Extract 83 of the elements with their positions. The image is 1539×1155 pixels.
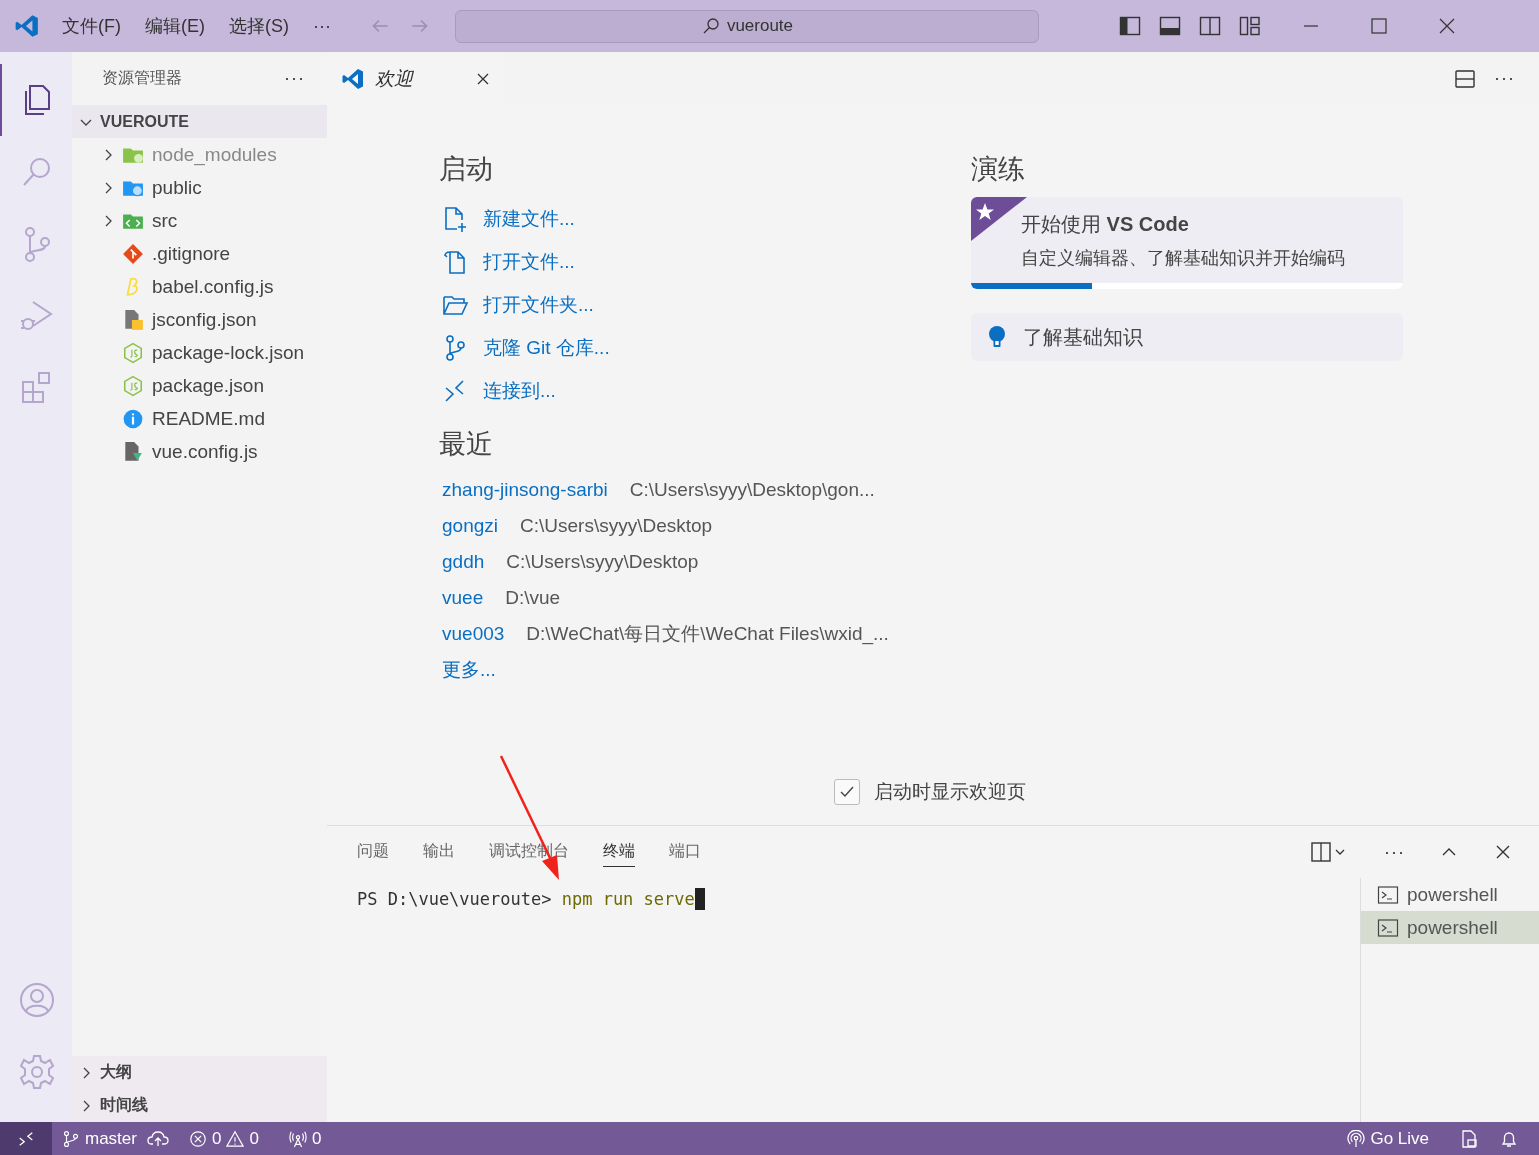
toggle-panel-icon[interactable] xyxy=(1158,15,1181,37)
json-file-icon xyxy=(122,308,144,331)
vscode-logo-icon xyxy=(341,66,365,91)
folder-path: C:\Users\syyy\Desktop\gon... xyxy=(629,479,875,501)
start-link[interactable]: 连接到... xyxy=(483,377,556,404)
section-header[interactable]: 大纲 xyxy=(72,1056,327,1089)
info-icon xyxy=(122,407,144,430)
more-actions-button[interactable]: ··· xyxy=(1384,841,1405,863)
terminal-item[interactable]: powershell xyxy=(1361,878,1539,911)
error-icon xyxy=(188,1129,207,1148)
more-actions-button[interactable]: ··· xyxy=(1494,68,1515,89)
recent-folder-link[interactable]: vue003 xyxy=(442,623,505,645)
branch-button[interactable]: master xyxy=(62,1128,137,1149)
git-icon xyxy=(122,242,144,265)
menu-item[interactable]: ··· xyxy=(313,15,331,37)
feedback-icon[interactable] xyxy=(1459,1128,1479,1149)
panel-tab[interactable]: 终端 xyxy=(603,837,635,867)
folder-path: C:\Users\syyy\Desktop xyxy=(520,515,713,537)
checkbox[interactable] xyxy=(834,779,860,805)
terminal-item[interactable]: powershell xyxy=(1361,911,1539,944)
terminal-icon xyxy=(1377,883,1399,906)
walkthrough-card[interactable]: 开始使用 VS Code 自定义编辑器、了解基础知识并开始编码 xyxy=(971,197,1403,289)
menu-item[interactable]: 编辑(E) xyxy=(145,14,205,38)
more-actions-button[interactable]: ··· xyxy=(284,68,305,89)
file-item[interactable]: README.md xyxy=(72,402,327,435)
toggle-sidebar-icon[interactable] xyxy=(1118,15,1141,37)
file-item[interactable]: .gitignore xyxy=(72,237,327,270)
recent-folder-link[interactable]: gongzi xyxy=(442,515,498,537)
recent-folder-link[interactable]: vuee xyxy=(442,587,484,609)
hexagon-icon xyxy=(122,341,144,364)
file-item[interactable]: babel.config.js xyxy=(72,270,327,303)
antenna-icon xyxy=(288,1129,307,1148)
file-item[interactable]: package-lock.json xyxy=(72,336,327,369)
split-editor-icon[interactable] xyxy=(1454,67,1476,90)
cloud-upload-icon[interactable] xyxy=(146,1128,169,1149)
maximize-icon[interactable] xyxy=(1368,16,1389,36)
vscode-logo-icon xyxy=(14,13,40,39)
split-layout-icon[interactable] xyxy=(1198,15,1221,37)
recent-folder-link[interactable]: gddh xyxy=(442,551,485,573)
recent-folder-link[interactable]: zhang-jinsong-sarbi xyxy=(442,479,608,501)
section-heading: 演练 xyxy=(971,153,1026,186)
walkthrough-description: 自定义编辑器、了解基础知识并开始编码 xyxy=(1021,247,1346,270)
search-field[interactable]: vueroute xyxy=(454,9,1039,43)
terminal-icon xyxy=(1377,916,1399,939)
hexagon-icon xyxy=(122,374,144,397)
folder-header[interactable]: VUEROUTE xyxy=(72,105,327,138)
menu-item[interactable]: 文件(F) xyxy=(62,14,121,38)
more-link[interactable]: 更多... xyxy=(442,657,496,683)
remote-button[interactable] xyxy=(0,1122,52,1155)
folder-path: D:\WeChat\每日文件\WeChat Files\wxid_... xyxy=(526,622,889,647)
file-item[interactable]: vue.config.js xyxy=(72,435,327,468)
start-link[interactable]: 打开文件夹... xyxy=(483,291,594,318)
section-heading: 最近 xyxy=(439,428,494,461)
walkthrough-title: 开始使用 VS Code xyxy=(1021,212,1190,237)
file-item[interactable]: package.json xyxy=(72,369,327,402)
warning-icon xyxy=(226,1129,245,1148)
terminal-line: PS D:\vue\vueroute> npm run serve xyxy=(327,878,1360,1122)
folder-item[interactable]: src xyxy=(72,204,327,237)
folder-path: C:\Users\syyy\Desktop xyxy=(506,551,699,573)
section-heading: 启动 xyxy=(439,153,494,186)
explorer-title: 资源管理器 xyxy=(102,68,182,88)
startup-checkbox[interactable]: 启动时显示欢迎页 xyxy=(834,779,1026,805)
panel-tab[interactable]: 问题 xyxy=(357,837,389,867)
menu-item[interactable]: 选择(S) xyxy=(229,14,289,38)
section-header[interactable]: 时间线 xyxy=(72,1089,327,1122)
folder-path: D:\vue xyxy=(505,587,561,609)
problems-button[interactable]: 0 0 xyxy=(188,1128,259,1149)
ports-button[interactable]: 0 xyxy=(288,1128,322,1149)
panel-tab[interactable]: 输出 xyxy=(423,837,455,867)
start-link[interactable]: 新建文件... xyxy=(483,205,575,232)
file-item[interactable]: jsconfig.json xyxy=(72,303,327,336)
broadcast-icon xyxy=(1347,1129,1366,1148)
start-link[interactable]: 克隆 Git 仓库... xyxy=(483,334,610,361)
panel-tab[interactable]: 端口 xyxy=(669,837,701,867)
start-link[interactable]: 打开文件... xyxy=(483,248,575,275)
config-file-icon xyxy=(122,440,144,463)
remote-icon xyxy=(17,1129,35,1148)
go-live-button[interactable]: Go Live xyxy=(1347,1128,1429,1149)
folder-item[interactable]: public xyxy=(72,171,327,204)
lightbulb-icon xyxy=(987,325,1007,349)
customize-layout-icon[interactable] xyxy=(1238,15,1261,37)
walkthrough-card[interactable]: 了解基础知识 xyxy=(971,313,1403,361)
branch-icon xyxy=(62,1129,80,1148)
